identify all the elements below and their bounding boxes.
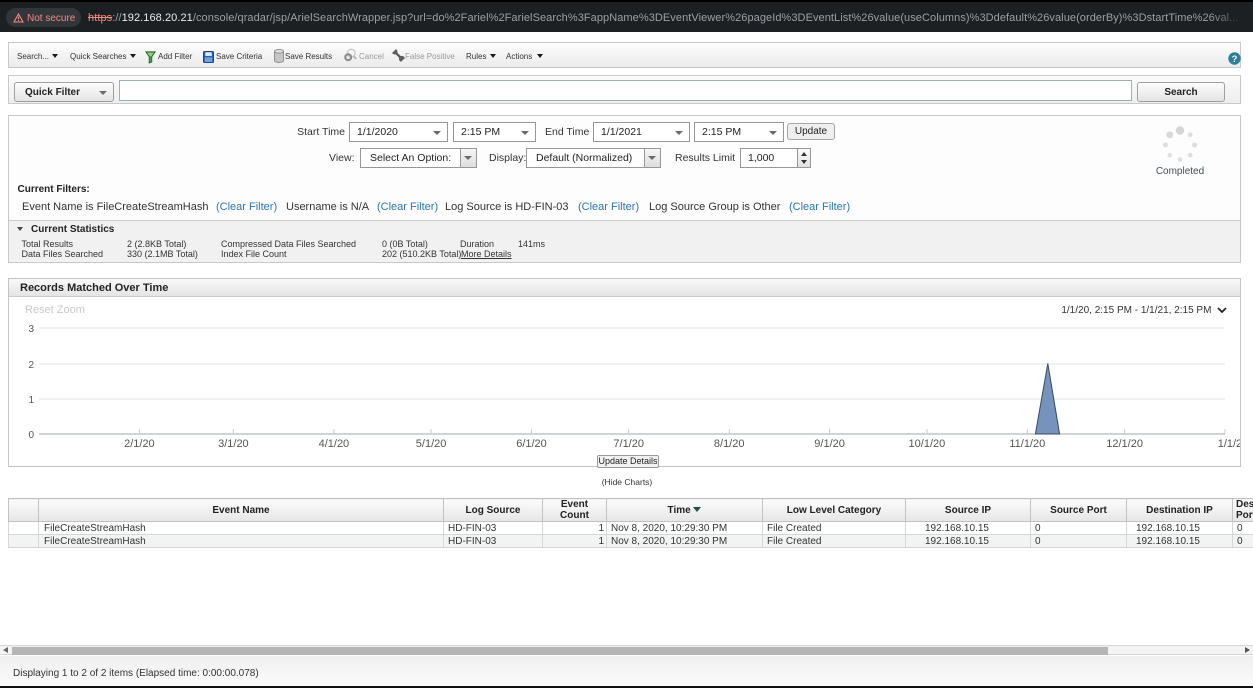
- svg-text:1/1/21: 1/1/21: [1218, 438, 1240, 450]
- svg-text:10/1/20: 10/1/20: [909, 438, 946, 450]
- svg-text:3: 3: [28, 324, 34, 335]
- svg-text:3/1/20: 3/1/20: [218, 438, 249, 450]
- svg-text:5/1/20: 5/1/20: [416, 438, 447, 450]
- svg-text:2: 2: [28, 360, 34, 371]
- svg-text:11/1/20: 11/1/20: [1009, 438, 1045, 450]
- svg-text:7/1/20: 7/1/20: [613, 438, 644, 450]
- svg-text:9/1/20: 9/1/20: [814, 438, 845, 450]
- svg-text:8/1/20: 8/1/20: [714, 438, 745, 450]
- svg-text:?: ?: [1232, 54, 1238, 65]
- svg-text:12/1/20: 12/1/20: [1106, 438, 1143, 450]
- svg-text:1: 1: [28, 395, 34, 406]
- svg-text:2/1/20: 2/1/20: [124, 438, 155, 450]
- svg-text:0: 0: [28, 430, 34, 441]
- svg-text:4/1/20: 4/1/20: [319, 438, 350, 450]
- svg-text:6/1/20: 6/1/20: [516, 438, 547, 450]
